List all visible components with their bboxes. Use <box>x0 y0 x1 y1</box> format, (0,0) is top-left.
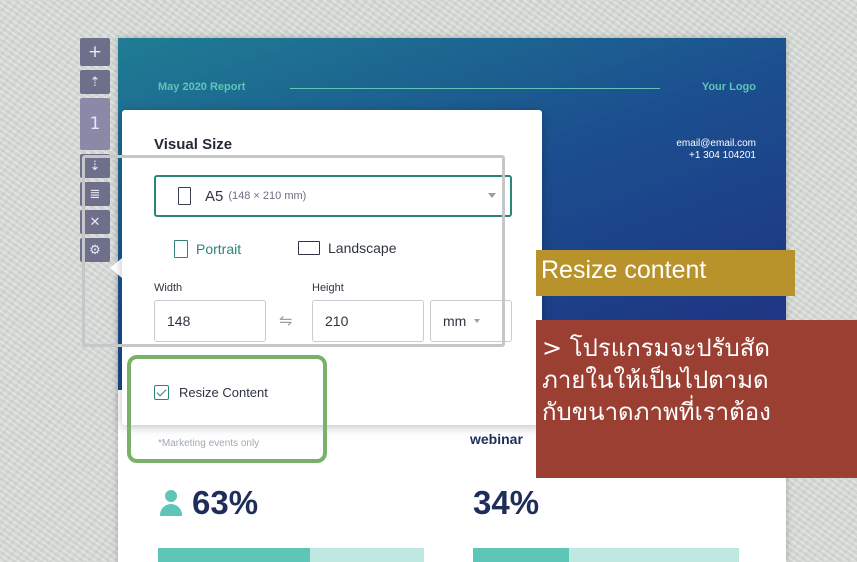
progress-fill-right <box>473 548 569 562</box>
move-up-icon[interactable]: ⇡ <box>80 70 110 94</box>
stat-value-left-text: 63% <box>192 484 259 521</box>
report-title: May 2020 Report <box>158 81 246 93</box>
progress-bar-left <box>158 548 424 562</box>
caption-description: > โปรแกรมจะปรับสัด ภายในให้เป็นไปตามด กั… <box>536 320 857 478</box>
progress-fill-left <box>158 548 310 562</box>
report-logo: Your Logo <box>701 81 756 93</box>
contact-email: email@email.com <box>676 138 756 149</box>
highlight-box-resize <box>127 355 327 463</box>
page-number[interactable]: 1 <box>80 98 110 150</box>
stat-value-left: 63% <box>158 484 258 522</box>
stat-value-right: 34% <box>473 484 540 521</box>
plus-icon[interactable]: + <box>80 38 110 66</box>
description-line-3: กับขนาดภาพที่เราต้อง <box>542 398 771 426</box>
contact-phone: +1 304 104201 <box>688 150 756 161</box>
description-line-2: ภายในให้เป็นไปตามด <box>542 366 769 394</box>
description-line-1: > โปรแกรมจะปรับสัด <box>542 334 771 362</box>
person-icon <box>158 488 184 518</box>
stat-label-webinar: webinar <box>470 431 523 447</box>
progress-bar-right <box>473 548 739 562</box>
header-divider <box>290 88 660 89</box>
contact-info: email@email.com +1 304 104201 <box>676 138 756 162</box>
dialog-title: Visual Size <box>154 136 233 153</box>
caption-resize-content: Resize content <box>536 250 795 296</box>
highlight-box-size-settings <box>82 155 505 347</box>
